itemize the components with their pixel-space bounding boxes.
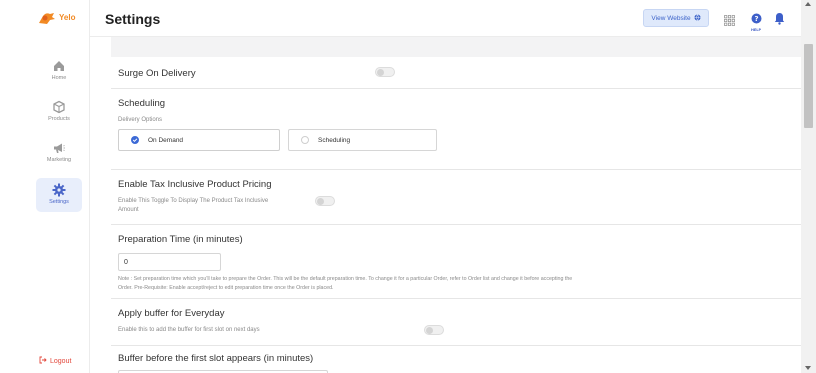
settings-top-strip: [111, 37, 801, 57]
top-header: Settings View Website ? HELP: [90, 0, 816, 37]
scroll-up-arrow-icon[interactable]: [805, 2, 811, 6]
scroll-down-arrow-icon[interactable]: [805, 366, 811, 370]
lion-logo-icon: [37, 10, 57, 24]
option-label: Scheduling: [318, 136, 351, 144]
page-title: Settings: [105, 11, 161, 27]
home-icon: [52, 58, 66, 72]
logout-button[interactable]: Logout: [39, 356, 71, 366]
buffer-first-slot-title: Buffer before the first slot appears (in…: [118, 353, 314, 364]
sidebar-item-products[interactable]: Products: [36, 99, 82, 122]
logout-label: Logout: [50, 357, 72, 365]
toggle-knob: [426, 327, 433, 334]
brand-logo[interactable]: Yelo: [37, 10, 75, 24]
toggle-knob: [377, 69, 384, 76]
globe-icon: [694, 13, 701, 23]
apps-grid-icon[interactable]: [724, 11, 735, 26]
radio-checked-icon: [131, 136, 139, 144]
scheduling-title: Scheduling: [118, 98, 166, 109]
preparation-note: Note : Set preparation time which you'll…: [118, 275, 798, 293]
divider: [111, 298, 801, 299]
divider: [111, 88, 801, 89]
sidebar-item-marketing[interactable]: Marketing: [36, 140, 82, 163]
logout-icon: [39, 356, 47, 366]
divider: [111, 345, 801, 346]
sidebar: Yelo Home Products Marketing Settings Lo…: [0, 0, 90, 373]
buffer-everyday-toggle[interactable]: [424, 325, 444, 335]
tax-description-line2: Amount: [118, 207, 139, 213]
divider: [111, 169, 801, 170]
sidebar-item-label: Settings: [49, 199, 69, 205]
tax-title: Enable Tax Inclusive Product Pricing: [118, 179, 272, 190]
buffer-everyday-description: Enable this to add the buffer for first …: [118, 327, 260, 333]
sidebar-item-label: Marketing: [46, 157, 72, 163]
divider: [111, 224, 801, 225]
preparation-time-value: 0: [124, 258, 128, 266]
help-label: HELP: [750, 28, 762, 32]
preparation-title: Preparation Time (in minutes): [118, 234, 243, 245]
page-scrollbar[interactable]: [801, 0, 816, 373]
sidebar-item-settings[interactable]: Settings: [36, 178, 82, 212]
help-icon: ?: [751, 9, 762, 28]
svg-text:?: ?: [754, 15, 758, 23]
help-button[interactable]: ? HELP: [750, 9, 762, 32]
toggle-knob: [317, 198, 324, 205]
box-icon: [52, 99, 66, 114]
bell-icon[interactable]: [774, 10, 785, 25]
sidebar-item-home[interactable]: Home: [36, 58, 82, 81]
sidebar-item-label: Home: [51, 75, 67, 81]
preparation-note-line2: Order. Pre-Requisite: Enable accept/reje…: [118, 285, 334, 291]
tax-description: Enable This Toggle To Display The Produc…: [118, 197, 268, 215]
option-on-demand[interactable]: On Demand: [118, 129, 280, 151]
settings-content: Surge On Delivery Scheduling Delivery Op…: [111, 37, 801, 373]
delivery-options-label: Delivery Options: [118, 117, 163, 123]
buffer-everyday-title: Apply buffer for Everyday: [118, 308, 225, 319]
surge-toggle[interactable]: [375, 67, 395, 77]
preparation-note-line1: Note : Set preparation time which you'll…: [118, 276, 573, 282]
preparation-time-input[interactable]: 0: [118, 253, 221, 271]
scrollbar-thumb[interactable]: [804, 44, 813, 128]
tax-inclusive-toggle[interactable]: [315, 196, 335, 206]
view-website-button[interactable]: View Website: [643, 9, 709, 27]
radio-unchecked-icon: [301, 136, 309, 144]
option-scheduling[interactable]: Scheduling: [288, 129, 437, 151]
gear-icon: [52, 182, 66, 197]
megaphone-icon: [52, 140, 66, 154]
option-label: On Demand: [148, 136, 184, 144]
logo-text: Yelo: [59, 12, 76, 22]
view-website-label: View Website: [651, 14, 691, 22]
tax-description-line1: Enable This Toggle To Display The Produc…: [118, 198, 269, 204]
surge-title: Surge On Delivery: [118, 68, 196, 79]
sidebar-item-label: Products: [48, 116, 70, 122]
